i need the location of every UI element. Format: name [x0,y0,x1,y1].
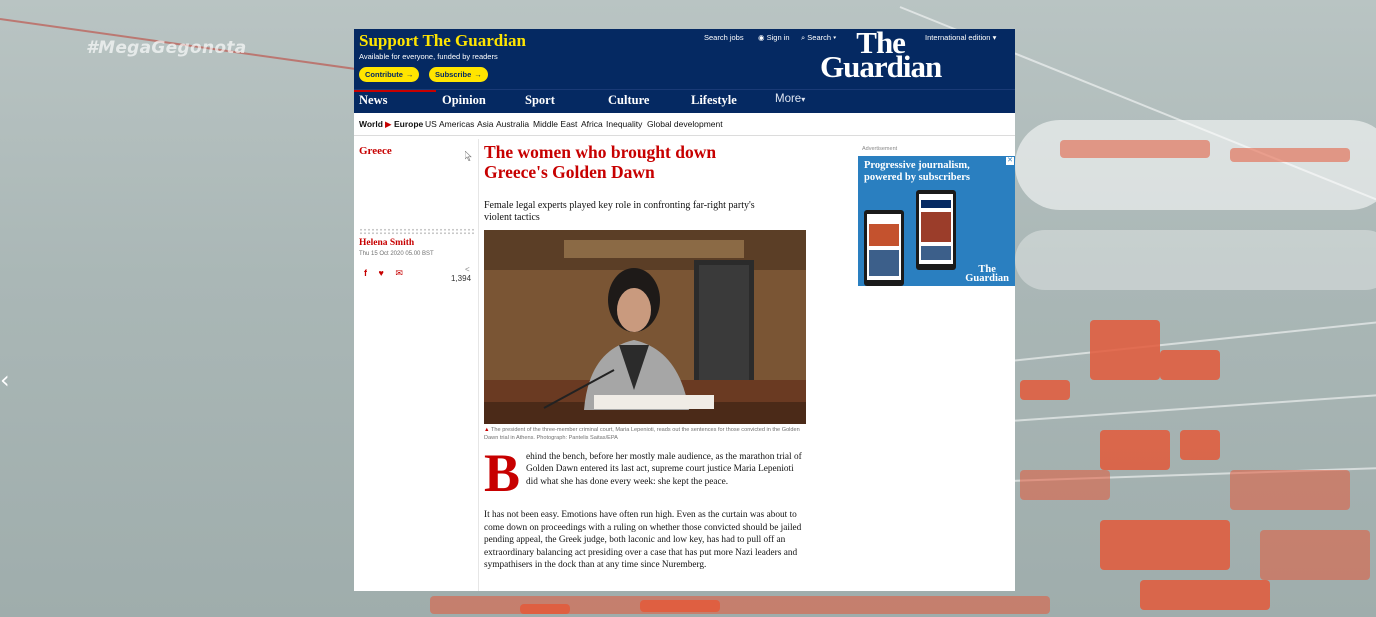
subnav-item-middle-east[interactable]: Middle East [533,119,577,129]
sub-nav: World ▶ Europe US Americas Asia Australi… [354,113,1015,136]
chevron-down-icon: ▾ [801,95,806,104]
ad-label: Advertisement [862,146,898,152]
nav-item-news[interactable]: News [359,93,387,108]
drop-cap: B [484,443,521,503]
subnav-item-inequality[interactable]: Inequality [606,119,642,129]
share-count: 1,394 [451,274,472,283]
nav-item-opinion[interactable]: Opinion [442,93,486,108]
search-jobs-link[interactable]: Search jobs [704,33,744,42]
nav-item-more[interactable]: More▾ [775,93,805,105]
ad-device-mockups [864,190,956,286]
close-icon[interactable]: ✕ [1006,157,1014,165]
author-byline[interactable]: Helena Smith [359,238,414,248]
article-headline: The women who brought down Greece's Gold… [484,142,717,182]
chevron-left-icon: ‹ [0,366,10,394]
contribute-button[interactable]: Contribute → [359,67,420,82]
article-paragraph-1: ehind the bench, before her mostly male … [526,452,802,487]
share-buttons: f ♥ ✉ [364,268,412,279]
triangle-right-icon: ▶ [385,119,392,129]
twitter-icon[interactable]: ♥ [379,268,384,278]
subnav-item-australia[interactable]: Australia [496,119,529,129]
search-icon: ⌕ [801,33,806,42]
sign-in-link[interactable]: ◉ Sign in [758,33,790,42]
dotted-rule [359,228,475,235]
nav-item-culture[interactable]: Culture [608,93,649,108]
advertisement[interactable]: Progressive journalism, powered by subsc… [858,156,1015,286]
triangle-up-icon: ▲ [484,427,490,433]
section-label[interactable]: Greece [359,145,392,157]
subnav-item-africa[interactable]: Africa [581,119,603,129]
article-photo[interactable] [484,230,806,424]
publish-date: Thu 15 Oct 2020 05.00 BST [359,251,434,257]
mouse-cursor-icon [465,151,472,161]
subnav-item-asia[interactable]: Asia [477,119,494,129]
subnav-item-us[interactable]: US [425,119,437,129]
photo-caption: ▲ The president of the three-member crim… [484,427,800,441]
subnav-item-americas[interactable]: Americas [439,119,474,129]
guardian-logo[interactable]: The Guardian [820,29,942,82]
subscribe-button[interactable]: Subscribe → [429,67,488,82]
nav-item-lifestyle[interactable]: Lifestyle [691,93,737,108]
share-icon: < [465,265,470,274]
ad-headline: Progressive journalism, powered by subsc… [864,160,970,183]
arrow-right-icon: → [474,70,482,79]
chevron-down-icon: ▾ [992,33,997,42]
facebook-icon[interactable]: f [364,268,367,278]
support-title: Support The Guardian [359,31,526,50]
subnav-item-global-development[interactable]: Global development [647,119,723,129]
guardian-page: Support The Guardian Available for every… [354,29,1015,591]
article-standfirst: Female legal experts played key role in … [484,200,755,223]
user-icon: ◉ [758,33,765,42]
program-hashtag: #MegaGegonota [86,38,247,58]
main-nav: News Opinion Sport Culture Lifestyle Mor… [354,89,1015,113]
subnav-item-europe[interactable]: Europe [394,119,423,129]
site-header: Support The Guardian Available for every… [354,29,1015,89]
nav-item-sport[interactable]: Sport [525,93,555,108]
subnav-item-world[interactable]: World [359,119,383,129]
email-icon[interactable]: ✉ [395,268,403,278]
arrow-right-icon: → [405,70,414,79]
ad-guardian-logo: The Guardian [965,264,1009,284]
column-divider [478,139,479,591]
nav-active-indicator [354,90,436,92]
article-paragraph-2: It has not been easy. Emotions have ofte… [484,510,802,571]
support-subtitle: Available for everyone, funded by reader… [359,52,498,61]
